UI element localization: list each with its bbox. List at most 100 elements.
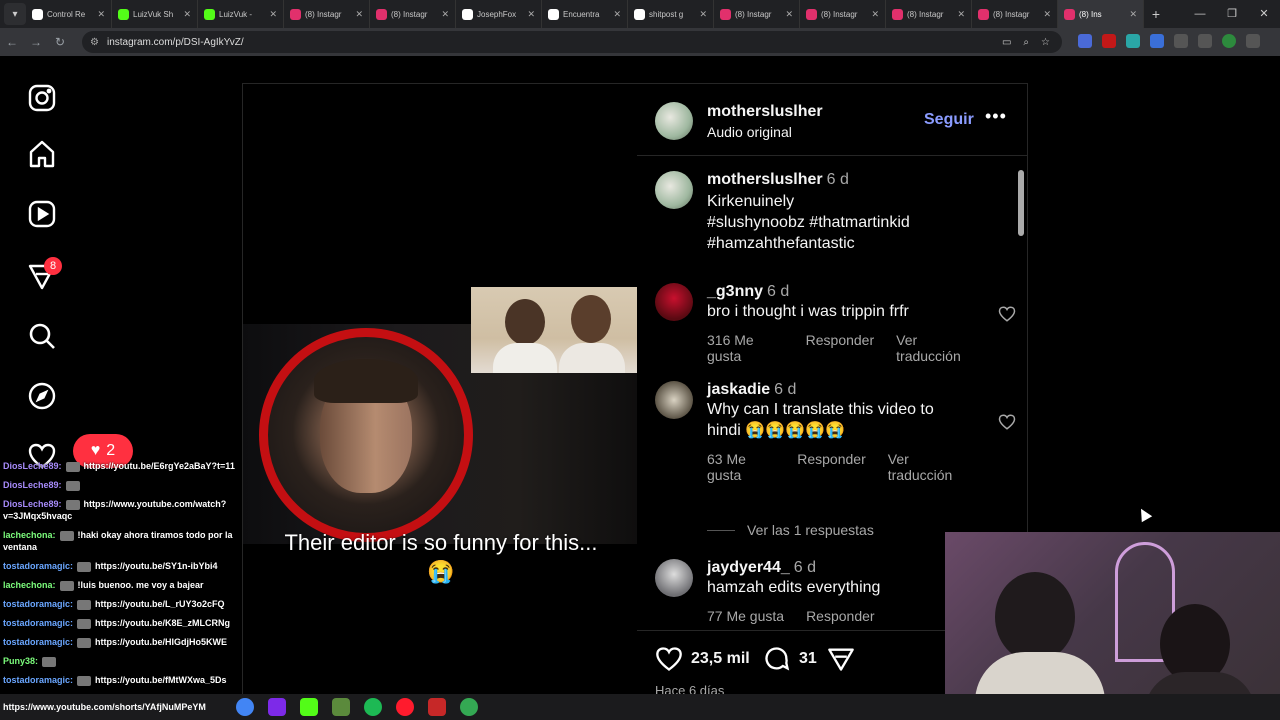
tab-close-icon[interactable]: ✕ [269, 9, 277, 20]
browser-tab[interactable]: (8) Instagr ✕ [284, 0, 370, 28]
comment-button[interactable]: 31 [763, 645, 817, 673]
browser-tab[interactable]: (8) Instagr ✕ [800, 0, 886, 28]
comment-like-heart-icon[interactable] [998, 305, 1016, 323]
comment-like-count[interactable]: 63 Me gusta [707, 451, 775, 483]
extensions-puzzle-icon[interactable] [1174, 34, 1188, 48]
home-icon[interactable] [26, 138, 58, 170]
zoom-icon[interactable]: ⌕ [1023, 37, 1029, 48]
forward-button[interactable]: → [24, 35, 48, 49]
author-avatar[interactable] [655, 171, 693, 209]
comment-like-heart-icon[interactable] [998, 413, 1016, 431]
commenter-avatar[interactable] [655, 283, 693, 321]
minecraft-taskbar-icon[interactable] [332, 698, 350, 716]
browser-tab[interactable]: (8) Ins ✕ [1058, 0, 1144, 28]
tab-close-icon[interactable]: ✕ [1043, 9, 1051, 20]
extension-icon[interactable] [1102, 34, 1116, 48]
address-bar[interactable]: ⚙ instagram.com/p/DSI-AgIkYvZ/ ▭ ⌕ ☆ [82, 31, 1062, 53]
reply-button[interactable]: Responder [806, 608, 875, 624]
tab-close-icon[interactable]: ✕ [613, 9, 621, 20]
tab-close-icon[interactable]: ✕ [97, 9, 105, 20]
tab-close-icon[interactable]: ✕ [183, 9, 191, 20]
comment-username[interactable]: _g3nny [707, 283, 763, 300]
tab-close-icon[interactable]: ✕ [441, 9, 449, 20]
tab-close-icon[interactable]: ✕ [355, 9, 363, 20]
browser-tab[interactable]: (8) Instagr ✕ [714, 0, 800, 28]
audio-label[interactable]: Audio original [707, 124, 792, 140]
reading-list-icon[interactable] [1198, 34, 1212, 48]
reels-icon[interactable] [26, 198, 58, 230]
commenter-avatar[interactable] [655, 381, 693, 419]
author-avatar[interactable] [655, 102, 693, 140]
chat-text: https://youtu.be/L_rUY3o2cFQ [95, 599, 225, 609]
browser-tab[interactable]: (8) Instagr ✕ [886, 0, 972, 28]
translate-button[interactable]: Ver traducción [896, 332, 977, 364]
share-button[interactable] [827, 645, 863, 673]
browser-tab[interactable]: (8) Instagr ✕ [370, 0, 456, 28]
tab-close-icon[interactable]: ✕ [871, 9, 879, 20]
comment-time: 6 d [774, 381, 797, 398]
profile-avatar[interactable] [1222, 34, 1236, 48]
browser-tab[interactable]: LuizVuk Sh ✕ [112, 0, 198, 28]
app-taskbar-icon[interactable] [428, 698, 446, 716]
browser-tab[interactable]: shitpost g ✕ [628, 0, 714, 28]
browser-tab[interactable]: JosephFox ✕ [456, 0, 542, 28]
author-username[interactable]: mothersluslher [707, 103, 823, 121]
video-circle-highlight [259, 328, 473, 542]
bookmark-star-icon[interactable]: ☆ [1041, 37, 1050, 48]
instagram-page: 8 Their editor is so funny for this... 😭… [0, 56, 1280, 720]
like-button[interactable]: 23,5 mil [655, 645, 750, 673]
instagram-logo-icon[interactable] [26, 82, 58, 114]
chrome-active-taskbar-icon[interactable] [460, 698, 478, 716]
reel-video[interactable]: Their editor is so funny for this... 😭 [243, 84, 637, 696]
tab-close-icon[interactable]: ✕ [957, 9, 965, 20]
translate-button[interactable]: Ver traducción [888, 451, 967, 483]
chat-text: https://youtu.be/K8E_zMLCRNg [95, 618, 231, 628]
description-username[interactable]: mothersluslher [707, 171, 823, 188]
view-replies-button[interactable]: Ver las 1 respuestas [707, 522, 874, 538]
chrome-taskbar-icon[interactable] [236, 698, 254, 716]
extension-icon[interactable] [1126, 34, 1140, 48]
tab-favicon [290, 8, 301, 20]
browser-menu-icon[interactable] [1246, 34, 1260, 48]
reload-button[interactable]: ↻ [48, 35, 72, 49]
extension-icon[interactable] [1150, 34, 1164, 48]
explore-icon[interactable] [26, 380, 58, 412]
back-button[interactable]: ← [0, 35, 24, 49]
canva-taskbar-icon[interactable] [268, 698, 286, 716]
commenter-avatar[interactable] [655, 559, 693, 597]
like-count: 23,5 mil [691, 650, 750, 667]
comment-like-count[interactable]: 77 Me gusta [707, 608, 784, 624]
cast-icon[interactable]: ▭ [1002, 37, 1011, 48]
minimize-button[interactable]: — [1184, 0, 1216, 28]
tab-favicon [634, 8, 645, 20]
spotify-taskbar-icon[interactable] [364, 698, 382, 716]
tab-close-icon[interactable]: ✕ [699, 9, 707, 20]
tab-close-icon[interactable]: ✕ [1129, 9, 1137, 20]
opera-taskbar-icon[interactable] [396, 698, 414, 716]
browser-tab[interactable]: Encuentra ✕ [542, 0, 628, 28]
tab-search-button[interactable]: ▾ [4, 3, 26, 25]
comments-scrollbar[interactable] [1018, 170, 1024, 236]
search-icon[interactable] [26, 320, 58, 352]
video-caption: Their editor is so funny for this... 😭 [284, 530, 598, 584]
browser-tab[interactable]: Control Re ✕ [26, 0, 112, 28]
close-window-button[interactable]: ✕ [1248, 0, 1280, 28]
comment-like-count[interactable]: 316 Me gusta [707, 332, 784, 364]
browser-tab[interactable]: LuizVuk - ✕ [198, 0, 284, 28]
kick-taskbar-icon[interactable] [300, 698, 318, 716]
follow-button[interactable]: Seguir [924, 111, 974, 129]
browser-tab[interactable]: (8) Instagr ✕ [972, 0, 1058, 28]
comment-username[interactable]: jaydyer44_ [707, 559, 790, 576]
reply-button[interactable]: Responder [797, 451, 866, 483]
extension-icon[interactable] [1078, 34, 1092, 48]
site-info-icon[interactable]: ⚙ [90, 37, 99, 48]
restore-button[interactable]: ❐ [1216, 0, 1248, 28]
chat-username: DiosLeche89: [3, 461, 62, 471]
more-options-icon[interactable]: ••• [985, 106, 1007, 127]
new-tab-button[interactable]: + [1144, 6, 1168, 22]
comment-username[interactable]: jaskadie [707, 381, 770, 398]
tab-close-icon[interactable]: ✕ [527, 9, 535, 20]
tab-close-icon[interactable]: ✕ [785, 9, 793, 20]
reply-button[interactable]: Responder [806, 332, 875, 364]
description-hashtags[interactable]: #slushynoobz #thatmartinkid #hamzahthefa… [707, 212, 947, 254]
